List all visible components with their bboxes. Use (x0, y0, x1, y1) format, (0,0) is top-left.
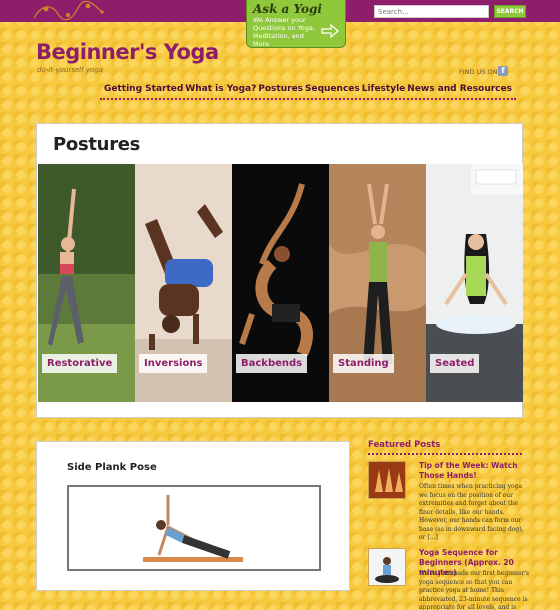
posture-tile-restorative[interactable]: Restorative (38, 164, 135, 402)
nav-item-lifestyle[interactable]: Lifestyle (362, 84, 406, 94)
nav-item-sequences[interactable]: Sequences (305, 84, 360, 94)
posture-label-inversions: Inversions (139, 354, 208, 373)
floral-ornament-icon (33, 0, 104, 21)
posture-tile-inversions[interactable]: Inversions (135, 164, 232, 402)
ask-yogi-title: Ask a Yogi (253, 2, 322, 16)
nav-item-what-is-yoga[interactable]: What is Yoga? (185, 84, 256, 94)
postures-title: Postures (53, 134, 141, 155)
ask-a-yogi-banner[interactable]: Ask a Yogi We Answer your Questions on Y… (246, 0, 346, 48)
site-logo[interactable]: Beginner's Yoga (36, 40, 219, 64)
nav-item-postures[interactable]: Postures (258, 84, 303, 94)
post-excerpt: Often times when practicing yoga we focu… (419, 483, 524, 541)
post-thumbnail[interactable] (368, 548, 406, 586)
hands-photo (369, 462, 405, 498)
postures-gallery: Restorative Inversions Backbends Standin… (38, 164, 523, 402)
posture-tile-seated[interactable]: Seated (426, 164, 523, 402)
posture-label-seated: Seated (430, 354, 480, 373)
ask-yogi-description: We Answer your Questions on Yoga, Medita… (253, 16, 315, 48)
posture-tile-standing[interactable]: Standing (329, 164, 426, 402)
posture-label-restorative: Restorative (42, 354, 118, 373)
search-button[interactable]: SEARCH (494, 5, 526, 18)
find-us-label: FIND US ON (459, 68, 498, 76)
side-plank-image[interactable] (67, 485, 321, 571)
post-title[interactable]: Tip of the Week: Watch Those Hands! (419, 461, 529, 481)
main-nav: Getting Started What is Yoga? Postures S… (100, 80, 516, 100)
posture-label-standing: Standing (333, 354, 394, 373)
postures-panel: Postures Restorative Inversions Backbend… (36, 123, 523, 418)
featured-pose-panel: Side Plank Pose (36, 441, 350, 591)
post-excerpt: We've just made our first beginner's yog… (419, 570, 529, 610)
nav-item-getting-started[interactable]: Getting Started (104, 84, 183, 94)
arrow-right-icon (321, 24, 339, 38)
featured-pose-title[interactable]: Side Plank Pose (67, 462, 157, 473)
nav-item-news-and-resources[interactable]: News and Resources (407, 84, 512, 94)
site-tagline: do-it-yourself yoga (37, 66, 103, 74)
posture-tile-backbends[interactable]: Backbends (232, 164, 329, 402)
featured-posts-heading: Featured Posts (368, 440, 522, 455)
facebook-icon[interactable]: f (498, 66, 508, 76)
side-plank-photo (69, 487, 319, 569)
posture-label-backbends: Backbends (236, 354, 308, 373)
search-input[interactable] (374, 5, 489, 18)
sequence-photo (369, 549, 405, 585)
post-thumbnail[interactable] (368, 461, 406, 499)
